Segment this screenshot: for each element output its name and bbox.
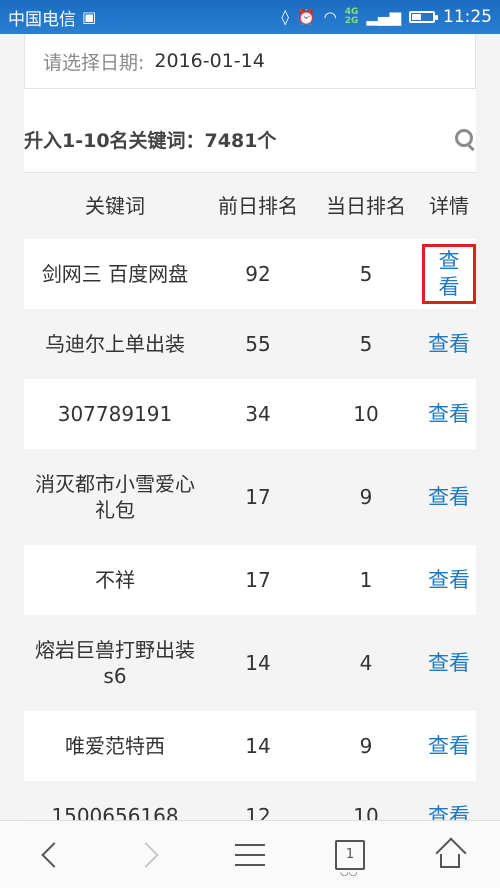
image-notification-icon: ▣ [82, 8, 97, 26]
prev-rank-cell: 14 [245, 734, 271, 758]
chevron-left-icon [41, 841, 67, 868]
keyword-cell: 1500656168 [51, 804, 179, 820]
summary-text: 升入1-10名关键词：7481个 [24, 129, 277, 152]
carrier-name: 中国电信 [8, 9, 76, 30]
header-keyword: 关键词 [85, 194, 145, 218]
page-content: 请选择日期: 2016-01-14 升入1-10名关键词：7481个 关键词 前… [0, 34, 500, 820]
curr-rank-cell: 9 [359, 485, 373, 509]
date-label: 请选择日期: [43, 51, 145, 74]
keyword-cell: 乌迪尔上单出装 [45, 332, 185, 356]
forward-button[interactable] [120, 825, 180, 885]
view-detail-link[interactable]: 查看 [424, 565, 474, 595]
summary-bar: 升入1-10名关键词：7481个 [24, 124, 476, 154]
table-row: 剑网三 百度网盘 92 5 查看 [24, 239, 476, 309]
vibrate-icon: ◊ [281, 8, 289, 26]
keyword-cell: 熔岩巨兽打野出装s6 [35, 638, 195, 688]
keyword-cell: 唯爱范特西 [65, 734, 165, 758]
wifi-icon: ◠ [323, 8, 337, 26]
home-button[interactable] [420, 825, 480, 885]
header-detail: 详情 [429, 194, 469, 218]
prev-rank-cell: 55 [245, 332, 271, 356]
detail-cell: 查看 [422, 244, 476, 304]
table-row: 1500656168 12 10 查看 [24, 781, 476, 820]
curr-rank-cell: 9 [359, 734, 373, 758]
keyword-table: 关键词 前日排名 当日排名 详情 剑网三 百度网盘 92 5 查看 乌迪尔上单出装 55 5… [24, 172, 476, 820]
detail-cell: 查看 [422, 399, 476, 429]
curr-rank-cell: 1 [359, 568, 373, 592]
menu-button[interactable] [220, 825, 280, 885]
keyword-cell: 307789191 [57, 402, 173, 426]
table-row: 熔岩巨兽打野出装s6 14 4 查看 [24, 615, 476, 711]
date-value[interactable]: 2016-01-14 [154, 50, 264, 72]
keyword-cell: 剑网三 百度网盘 [41, 262, 189, 286]
table-row: 乌迪尔上单出装 55 5 查看 [24, 309, 476, 379]
detail-cell: 查看 [422, 731, 476, 761]
view-detail-link[interactable]: 查看 [424, 329, 474, 359]
detail-cell: 查看 [422, 482, 476, 512]
table-header: 关键词 前日排名 当日排名 详情 [24, 173, 476, 239]
table-row: 307789191 34 10 查看 [24, 379, 476, 449]
table-row: 不祥 17 1 查看 [24, 545, 476, 615]
menu-icon [235, 843, 265, 866]
curr-rank-cell: 10 [353, 402, 379, 426]
back-button[interactable] [20, 825, 80, 885]
curr-rank-cell: 5 [359, 332, 373, 356]
header-prev-rank: 前日排名 [218, 194, 298, 218]
content-card: 请选择日期: 2016-01-14 升入1-10名关键词：7481个 关键词 前… [24, 34, 476, 820]
keyword-cell: 不祥 [95, 568, 135, 592]
alarm-icon: ⏰ [296, 8, 316, 26]
network-type-icon: 4G 2G [344, 7, 359, 26]
view-detail-link[interactable]: 查看 [424, 399, 474, 429]
curr-rank-cell: 4 [359, 651, 373, 675]
view-detail-link[interactable]: 查看 [422, 244, 476, 304]
view-detail-link[interactable]: 查看 [424, 648, 474, 678]
view-detail-link[interactable]: 查看 [424, 731, 474, 761]
table-row: 唯爱范特西 14 9 查看 [24, 711, 476, 781]
curr-rank-cell: 10 [353, 804, 379, 820]
date-picker[interactable]: 请选择日期: 2016-01-14 [24, 34, 476, 89]
prev-rank-cell: 17 [245, 485, 271, 509]
incognito-mask-icon: ◡◡ [340, 866, 358, 878]
chevron-right-icon [133, 841, 159, 868]
detail-cell: 查看 [422, 565, 476, 595]
signal-icon: ▂▄▆ [366, 8, 401, 26]
detail-cell: 查看 [422, 801, 476, 820]
bottom-nav: 1 ◡◡ [0, 820, 500, 888]
tabs-button[interactable]: 1 ◡◡ [320, 825, 380, 885]
clock: 11:25 [443, 7, 492, 27]
tab-count: 1 [345, 847, 355, 862]
battery-icon [409, 11, 438, 23]
prev-rank-cell: 12 [245, 804, 271, 820]
home-icon [435, 836, 467, 869]
curr-rank-cell: 5 [359, 262, 373, 286]
table-row: 消灭都市小雪爱心礼包 17 9 查看 [24, 449, 476, 545]
prev-rank-cell: 34 [245, 402, 271, 426]
battery-level [412, 14, 421, 20]
status-bar: 中国电信 ▣ ◊ ⏰ ◠ 4G 2G ▂▄▆ 11:25 [0, 0, 500, 34]
detail-cell: 查看 [422, 648, 476, 678]
prev-rank-cell: 17 [245, 568, 271, 592]
tabs-icon: 1 ◡◡ [335, 839, 365, 878]
prev-rank-cell: 14 [245, 651, 271, 675]
header-curr-rank: 当日排名 [326, 194, 406, 218]
search-icon[interactable] [454, 128, 476, 152]
prev-rank-cell: 92 [245, 262, 271, 286]
view-detail-link[interactable]: 查看 [424, 801, 474, 820]
view-detail-link[interactable]: 查看 [424, 482, 474, 512]
keyword-cell: 消灭都市小雪爱心礼包 [35, 472, 195, 522]
detail-cell: 查看 [422, 329, 476, 359]
